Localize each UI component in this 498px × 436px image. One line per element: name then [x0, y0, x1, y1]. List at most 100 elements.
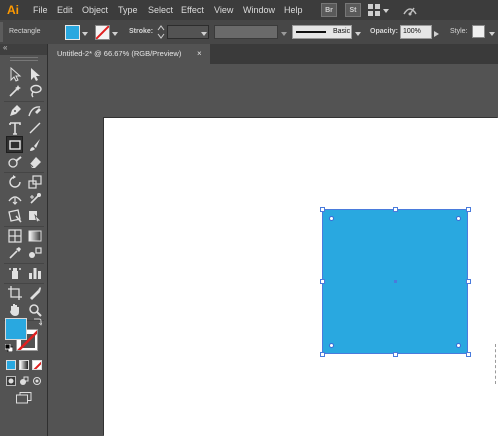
resize-handle-top-right[interactable] [466, 207, 471, 212]
blend-tool-icon[interactable] [27, 245, 43, 261]
opacity-label: Opacity: [370, 28, 399, 35]
variable-width-profile[interactable] [214, 25, 278, 39]
stroke-color-swatch[interactable] [95, 25, 110, 40]
artboard[interactable] [104, 118, 498, 436]
chevron-down-icon[interactable] [355, 29, 361, 36]
tools-divider [4, 226, 44, 227]
line-segment-tool-icon[interactable] [27, 120, 43, 136]
resize-handle-bottom-right[interactable] [466, 352, 471, 357]
panel-grip[interactable] [0, 22, 3, 42]
eyedropper-tool-icon[interactable] [7, 245, 23, 261]
tools-divider [4, 101, 44, 102]
resize-handle-right[interactable] [466, 279, 471, 284]
draw-normal-icon[interactable] [6, 376, 16, 386]
puppet-warp-tool-icon[interactable] [27, 191, 43, 207]
resize-handle-bottom[interactable] [393, 352, 398, 357]
style-label: Style: [450, 28, 468, 35]
menu-file[interactable]: File [33, 0, 48, 20]
curvature-tool-icon[interactable] [27, 103, 43, 119]
screen-mode-icon[interactable] [16, 392, 32, 404]
fill-color-swatch[interactable] [65, 25, 80, 40]
gradient-tool-icon[interactable] [27, 228, 43, 244]
type-tool-icon[interactable] [7, 120, 23, 136]
chevron-down-icon[interactable] [281, 29, 287, 36]
chevron-right-icon[interactable] [434, 29, 439, 39]
chevron-down-icon[interactable] [201, 29, 207, 36]
menu-window[interactable]: Window [243, 0, 275, 20]
menu-effect[interactable]: Effect [181, 0, 204, 20]
column-graph-tool-icon[interactable] [27, 265, 43, 281]
menu-view[interactable]: View [214, 0, 233, 20]
none-mode-button[interactable] [32, 360, 42, 370]
eraser-tool-icon[interactable] [27, 154, 43, 170]
direct-selection-tool-icon[interactable] [27, 66, 43, 82]
chevron-down-icon[interactable] [383, 6, 389, 16]
menu-bar: Ai File Edit Object Type Select Effect V… [0, 0, 498, 20]
chevron-down-icon[interactable] [82, 29, 88, 36]
paintbrush-tool-icon[interactable] [27, 137, 43, 153]
tools-divider [4, 263, 44, 264]
color-mode-button[interactable] [6, 360, 16, 370]
menu-help[interactable]: Help [284, 0, 303, 20]
resize-handle-left[interactable] [320, 279, 325, 284]
shaper-tool-icon[interactable] [7, 154, 23, 170]
tool-name-label: Rectangle [9, 28, 41, 35]
control-bar: Rectangle Stroke: Basic Opacity: 100% St… [0, 20, 498, 45]
magic-wand-tool-icon[interactable] [7, 83, 23, 99]
resize-handle-top-left[interactable] [320, 207, 325, 212]
center-point[interactable] [394, 280, 397, 283]
rotate-tool-icon[interactable] [7, 174, 23, 190]
bridge-button[interactable]: Br [321, 3, 337, 17]
document-tab[interactable]: Untitled-2* @ 66.67% (RGB/Preview) [48, 44, 210, 64]
panel-grip[interactable] [10, 57, 38, 61]
draw-behind-icon[interactable] [19, 376, 29, 386]
chevron-down-icon[interactable] [112, 29, 118, 36]
lasso-tool-icon[interactable] [27, 83, 43, 99]
menu-type[interactable]: Type [118, 0, 138, 20]
perspective-grid-tool-icon[interactable] [7, 228, 23, 244]
chevron-down-icon[interactable] [489, 29, 495, 36]
document-tab-title: Untitled-2* @ 66.67% (RGB/Preview) [57, 49, 182, 58]
artboard-tool-icon[interactable] [7, 285, 23, 301]
menu-select[interactable]: Select [148, 0, 173, 20]
shape-builder-tool-icon[interactable] [27, 208, 43, 224]
collapse-panel-icon[interactable]: « [3, 43, 7, 52]
slice-tool-icon[interactable] [27, 285, 43, 301]
zoom-tool-icon[interactable] [27, 302, 43, 318]
menu-object[interactable]: Object [82, 0, 108, 20]
resize-handle-bottom-left[interactable] [320, 352, 325, 357]
default-fill-stroke-icon[interactable] [4, 343, 14, 353]
swap-fill-stroke-icon[interactable] [33, 317, 43, 326]
menu-edit[interactable]: Edit [57, 0, 73, 20]
document-tab-bar: Untitled-2* @ 66.67% (RGB/Preview) × [48, 44, 498, 64]
gpu-performance-icon[interactable] [402, 3, 418, 17]
resize-handle-top[interactable] [393, 207, 398, 212]
corner-radius-widget[interactable] [456, 343, 461, 348]
selection-tool-icon[interactable] [7, 66, 23, 82]
tools-divider [4, 172, 44, 173]
tools-panel-header[interactable]: « [0, 43, 47, 55]
free-transform-tool-icon[interactable] [7, 208, 23, 224]
canvas-area[interactable] [48, 64, 498, 436]
pen-tool-icon[interactable] [7, 103, 23, 119]
brush-style-label: Basic [333, 28, 351, 35]
corner-radius-widget[interactable] [329, 343, 334, 348]
corner-radius-widget[interactable] [329, 216, 334, 221]
corner-radius-widget[interactable] [456, 216, 461, 221]
stroke-weight-stepper[interactable] [157, 24, 165, 40]
draw-inside-icon[interactable] [32, 376, 42, 386]
width-tool-icon[interactable] [7, 191, 23, 207]
app-logo: Ai [7, 3, 19, 17]
graphic-style-swatch[interactable] [472, 25, 485, 38]
scale-tool-icon[interactable] [27, 174, 43, 190]
hand-tool-icon[interactable] [7, 302, 23, 318]
brush-definition-dropdown[interactable]: Basic [292, 25, 352, 39]
gradient-mode-button[interactable] [19, 360, 29, 370]
close-icon[interactable]: × [197, 44, 202, 64]
symbol-sprayer-tool-icon[interactable] [7, 265, 23, 281]
arrange-documents-icon[interactable] [368, 4, 380, 16]
stock-button[interactable]: St [345, 3, 361, 17]
rectangle-tool-icon[interactable] [6, 136, 23, 153]
opacity-field[interactable]: 100% [400, 25, 432, 39]
fill-swatch[interactable] [5, 318, 27, 340]
